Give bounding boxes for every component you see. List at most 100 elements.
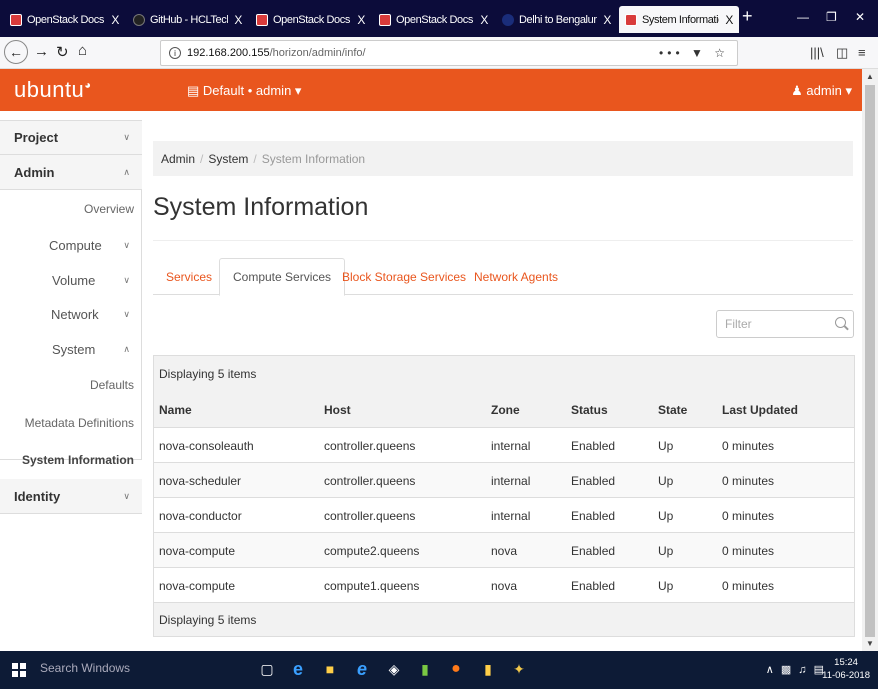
- task-view-icon[interactable]: ▢: [258, 660, 276, 678]
- column-header-name[interactable]: Name: [159, 392, 192, 427]
- chevron-up-icon[interactable]: ∧: [766, 664, 776, 676]
- search-icon[interactable]: [835, 317, 846, 328]
- sidebar-item-compute[interactable]: Compute ∨: [0, 228, 142, 262]
- cell-last-updated: 0 minutes: [722, 578, 775, 593]
- circle-of-friends-icon: ◕: [84, 79, 92, 92]
- tab-services[interactable]: Services: [153, 258, 225, 295]
- library-icon[interactable]: |||\: [810, 45, 824, 60]
- taskbar-clock[interactable]: 15:24 11-06-2018: [822, 656, 870, 682]
- cell-zone: internal: [491, 438, 531, 453]
- browser-tab-active[interactable]: System Information - Op X: [619, 6, 739, 33]
- close-icon[interactable]: X: [357, 13, 365, 27]
- browser-tab[interactable]: Delhi to Bengaluru Flight X: [496, 6, 617, 33]
- close-icon[interactable]: X: [603, 13, 611, 27]
- network-icon[interactable]: ▩: [781, 664, 793, 676]
- restore-icon[interactable]: ❐: [826, 10, 837, 24]
- sidebar-item-system-information[interactable]: System Information: [0, 443, 142, 477]
- sidebar-item-project[interactable]: Project ∨: [0, 120, 142, 155]
- sidebar-item-identity[interactable]: Identity ∨: [0, 479, 142, 514]
- close-icon[interactable]: X: [480, 13, 488, 27]
- scroll-up-icon[interactable]: ▲: [866, 72, 874, 81]
- table-row: nova-compute compute1.queens nova Enable…: [154, 567, 854, 602]
- tab-title: OpenStack Docs: Install a: [396, 13, 475, 26]
- ubuntu-logo[interactable]: ubuntu◕: [14, 77, 91, 103]
- browser-tab[interactable]: GitHub - HCLTech-SSW/ X: [127, 6, 248, 33]
- breadcrumb-admin[interactable]: Admin: [161, 152, 195, 166]
- column-header-status[interactable]: Status: [571, 392, 608, 427]
- chevron-down-icon: ∨: [123, 274, 130, 285]
- scroll-down-icon[interactable]: ▼: [866, 639, 874, 648]
- cell-name: nova-compute: [159, 578, 236, 593]
- clock-time: 15:24: [834, 657, 858, 668]
- browser-tab[interactable]: OpenStack Docs: Install a X: [373, 6, 494, 33]
- home-icon[interactable]: ⌂: [78, 42, 87, 59]
- reload-icon[interactable]: ↻: [56, 43, 69, 61]
- clock-date: 11-06-2018: [822, 670, 870, 681]
- user-menu[interactable]: ♟ admin ▾: [791, 83, 852, 99]
- windows-start-icon[interactable]: [12, 663, 26, 677]
- page-scrollbar[interactable]: ▲ ▼: [862, 69, 878, 651]
- openstack-icon: [10, 13, 22, 26]
- close-icon[interactable]: X: [234, 13, 242, 27]
- sidebar-item-metadata-definitions[interactable]: Metadata Definitions: [0, 406, 142, 440]
- cell-zone: nova: [491, 578, 518, 593]
- close-window-icon[interactable]: ✕: [855, 10, 865, 24]
- sidebar-item-volume[interactable]: Volume ∨: [0, 263, 142, 297]
- cell-host: compute2.queens: [324, 543, 420, 558]
- column-header-zone[interactable]: Zone: [491, 392, 520, 427]
- notepad-icon[interactable]: ▮: [416, 660, 434, 678]
- chevron-down-icon: ∨: [123, 490, 130, 501]
- edge-icon[interactable]: e: [289, 659, 307, 679]
- internet-explorer-icon[interactable]: e: [353, 659, 371, 679]
- column-header-host[interactable]: Host: [324, 392, 351, 427]
- folder-icon[interactable]: ▮: [479, 660, 497, 678]
- table-row: nova-compute compute2.queens nova Enable…: [154, 532, 854, 567]
- tab-title: System Information - Op: [642, 13, 719, 26]
- browser-tab[interactable]: OpenStack Docs: Verify C X: [250, 6, 371, 33]
- column-header-state[interactable]: State: [658, 392, 687, 427]
- forward-icon[interactable]: →: [34, 43, 49, 60]
- page-actions[interactable]: ••• ▼ ☆: [659, 46, 729, 60]
- column-header-last-updated[interactable]: Last Updated: [722, 392, 798, 427]
- project-selector[interactable]: ▤ Default • admin ▾: [187, 83, 301, 99]
- breadcrumb-system[interactable]: System: [208, 152, 248, 166]
- cell-last-updated: 0 minutes: [722, 508, 775, 523]
- system-tray[interactable]: ∧ ▩ ♫ ▤: [766, 663, 826, 676]
- sidebar-toggle-icon[interactable]: ◫: [836, 45, 848, 61]
- sidebar-item-label: Overview: [83, 202, 134, 216]
- sidebar-item-label: Project: [14, 130, 59, 145]
- more-icon[interactable]: •••: [659, 46, 684, 60]
- menu-icon[interactable]: ≡: [858, 45, 866, 60]
- sidebar-item-defaults[interactable]: Defaults: [0, 368, 142, 402]
- bookmark-star-icon[interactable]: ☆: [714, 46, 729, 60]
- sidebar-item-admin[interactable]: Admin ∧: [0, 155, 142, 190]
- cell-zone: nova: [491, 543, 518, 558]
- back-icon[interactable]: ←: [4, 40, 28, 64]
- close-icon[interactable]: X: [725, 13, 733, 27]
- user-icon: ♟: [791, 83, 803, 98]
- sidebar-item-label: System: [52, 341, 96, 357]
- volume-icon[interactable]: ♫: [798, 664, 808, 676]
- table-count: Displaying 5 items: [154, 356, 854, 392]
- close-icon[interactable]: X: [111, 13, 119, 27]
- sidebar-item-system[interactable]: System ∧: [0, 332, 142, 366]
- info-icon[interactable]: i: [169, 47, 181, 59]
- filter-input[interactable]: Filter: [716, 310, 854, 338]
- paint-icon[interactable]: ✦: [510, 660, 528, 678]
- tab-block-storage-services[interactable]: Block Storage Services: [329, 258, 479, 295]
- browser-tab[interactable]: OpenStack Docs: Etcd for X: [4, 6, 125, 33]
- minimize-icon[interactable]: —: [797, 10, 809, 24]
- sidebar-item-overview[interactable]: Overview: [0, 192, 142, 226]
- new-tab-icon[interactable]: +: [742, 6, 753, 27]
- divider: [153, 240, 853, 241]
- scrollbar-thumb[interactable]: [865, 85, 875, 637]
- tab-compute-services[interactable]: Compute Services: [219, 258, 346, 296]
- taskbar-search[interactable]: Search Windows: [40, 661, 130, 675]
- pocket-icon[interactable]: ▼: [691, 46, 707, 60]
- tab-network-agents[interactable]: Network Agents: [461, 258, 571, 295]
- firefox-icon[interactable]: ●: [447, 660, 465, 678]
- file-explorer-icon[interactable]: ■: [321, 660, 339, 678]
- sidebar-item-network[interactable]: Network ∨: [0, 297, 142, 331]
- url-bar[interactable]: i 192.168.200.155/horizon/admin/info/ ••…: [160, 40, 738, 66]
- app-icon[interactable]: ◈: [385, 660, 403, 678]
